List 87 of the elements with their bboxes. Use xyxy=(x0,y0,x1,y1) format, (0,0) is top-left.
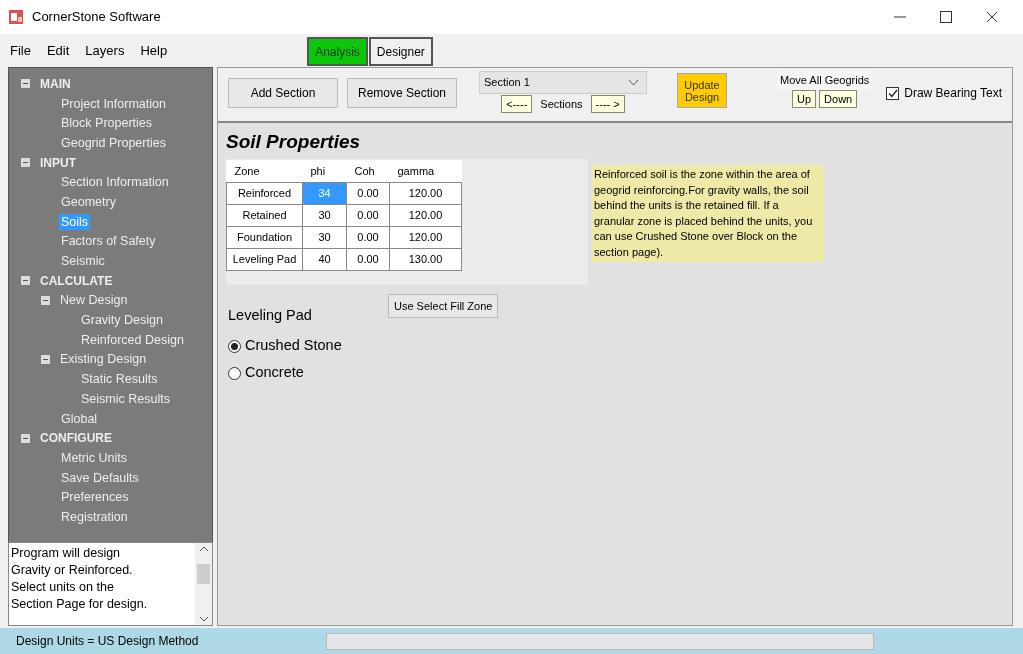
tree-item[interactable]: Existing Design xyxy=(58,351,149,368)
chevron-down-icon xyxy=(629,79,638,86)
collapse-icon[interactable] xyxy=(21,433,30,443)
tree-item[interactable]: MAIN xyxy=(38,75,73,92)
table-cell[interactable]: 120.00 xyxy=(389,204,462,226)
tree-item[interactable]: Seismic xyxy=(59,253,107,270)
menu-item[interactable]: Layers xyxy=(85,40,125,61)
tree-item[interactable]: Geometry xyxy=(59,193,118,210)
table-cell[interactable]: Retained xyxy=(226,204,303,226)
tree-item[interactable]: Metric Units xyxy=(59,449,129,466)
add-section-button[interactable]: Add Section xyxy=(228,78,338,108)
collapse-icon[interactable] xyxy=(41,295,50,305)
tree-item[interactable]: Seismic Results xyxy=(79,390,172,407)
update-design-button[interactable]: Update Design xyxy=(677,73,727,108)
note-line: Section Page for design. xyxy=(11,596,149,613)
column-header: phi xyxy=(302,160,347,182)
note-line: Program will design xyxy=(11,545,122,562)
sections-label: Sections xyxy=(540,96,583,112)
tree-item[interactable]: Section Information xyxy=(59,174,171,191)
table-cell[interactable]: 130.00 xyxy=(389,248,462,270)
tree-item[interactable]: CONFIGURE xyxy=(38,430,114,447)
tree-item[interactable]: Block Properties xyxy=(59,115,154,132)
checkbox-label: Draw Bearing Text xyxy=(904,85,1003,102)
table-cell[interactable]: 0.00 xyxy=(346,226,390,248)
radio-label: Crushed Stone xyxy=(245,336,342,356)
radio-label: Concrete xyxy=(245,363,304,383)
menu-item[interactable]: Help xyxy=(140,40,168,61)
tree-item[interactable]: Reinforced Design xyxy=(79,331,186,348)
note-line: Select units on the xyxy=(11,579,115,596)
note-line: Gravity or Reinforced. xyxy=(11,562,134,579)
table-cell[interactable]: 30 xyxy=(302,204,347,226)
mode-tab[interactable]: Designer xyxy=(368,37,433,66)
tree-item[interactable]: Geogrid Properties xyxy=(59,134,168,151)
window-title: CornerStone Software xyxy=(32,8,161,27)
down-button[interactable]: Down xyxy=(819,90,858,108)
column-header: Coh xyxy=(346,160,390,182)
move-geogrids-label: Move All Geogrids xyxy=(777,70,873,90)
collapse-icon[interactable] xyxy=(41,354,50,364)
table-cell[interactable]: Reinforced xyxy=(226,182,303,204)
page-title: Soil Properties xyxy=(226,131,362,153)
section-dropdown[interactable]: Section 1 xyxy=(479,71,647,94)
column-header: Zone xyxy=(226,160,303,182)
group-title: Leveling Pad xyxy=(228,306,313,325)
use-select-fill-zone-button[interactable]: Use Select Fill Zone xyxy=(388,294,499,319)
collapse-icon[interactable] xyxy=(21,158,30,168)
tree-item[interactable]: Preferences xyxy=(59,489,131,506)
tree-item[interactable]: Project Information xyxy=(59,95,168,112)
tree-item[interactable]: INPUT xyxy=(38,154,78,171)
maximize-icon[interactable] xyxy=(940,11,952,23)
app-icon xyxy=(8,9,24,25)
table-cell[interactable]: 120.00 xyxy=(389,182,462,204)
status-text: Design Units = US Design Method xyxy=(16,633,199,650)
tree-item[interactable]: Static Results xyxy=(79,371,160,388)
table-cell[interactable]: Leveling Pad xyxy=(226,248,303,270)
table-cell[interactable]: 120.00 xyxy=(389,226,462,248)
radio-button[interactable] xyxy=(228,366,241,380)
previous-section-button[interactable]: <---- xyxy=(501,95,533,113)
tree-item[interactable]: CALCULATE xyxy=(38,272,115,289)
tree-item[interactable]: New Design xyxy=(58,292,130,309)
table-cell[interactable]: Foundation xyxy=(226,226,303,248)
scroll-thumb[interactable] xyxy=(197,564,210,584)
table-cell[interactable]: 40 xyxy=(302,248,347,270)
scroll-up-icon[interactable] xyxy=(199,546,208,551)
radio-button[interactable] xyxy=(228,339,241,353)
menu-item[interactable]: File xyxy=(10,40,31,61)
column-header: gamma xyxy=(389,160,462,182)
mode-tab[interactable]: Analysis xyxy=(307,37,368,66)
table-cell[interactable]: 0.00 xyxy=(346,248,390,270)
collapse-icon[interactable] xyxy=(21,79,30,89)
scroll-down-icon[interactable] xyxy=(199,617,208,622)
tree-item[interactable]: Registration xyxy=(59,508,130,525)
checkbox[interactable] xyxy=(886,86,900,100)
tree-item[interactable]: Factors of Safety xyxy=(59,233,158,250)
tree-item[interactable]: Save Defaults xyxy=(59,469,141,486)
collapse-icon[interactable] xyxy=(21,276,30,286)
info-note: Reinforced soil is the zone within the area of geogrid reinforcing.For gravity walls, the soil behind the units is the retained fill. If a granular zone is placed behind the units, you can use Crushed Stone over Block on the section page). xyxy=(592,165,824,262)
close-icon[interactable] xyxy=(986,11,998,23)
table-cell[interactable]: 0.00 xyxy=(346,182,390,204)
tree-item[interactable]: Gravity Design xyxy=(79,312,165,329)
menu-item[interactable]: Edit xyxy=(46,40,70,61)
up-button[interactable]: Up xyxy=(792,90,817,108)
next-section-button[interactable]: ---- > xyxy=(590,95,625,113)
remove-section-button[interactable]: Remove Section xyxy=(347,78,457,108)
table-cell[interactable]: 0.00 xyxy=(346,204,390,226)
tree-item[interactable]: Global xyxy=(59,410,100,427)
table-cell[interactable]: 30 xyxy=(302,226,347,248)
scrollbar[interactable] xyxy=(195,543,212,625)
